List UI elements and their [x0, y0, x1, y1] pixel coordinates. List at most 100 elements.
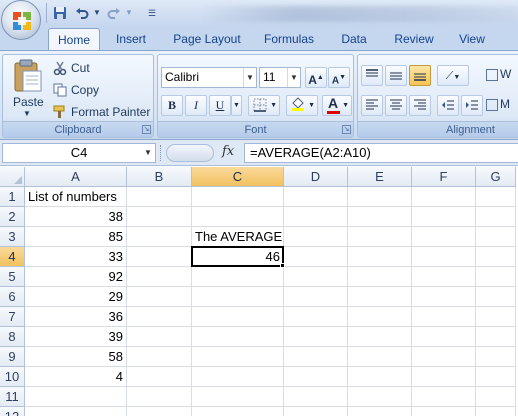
- cell-b5[interactable]: [127, 267, 192, 287]
- cell-f10[interactable]: [412, 367, 476, 387]
- cell-d8[interactable]: [284, 327, 348, 347]
- cell-g2[interactable]: [476, 207, 516, 227]
- tab-insert[interactable]: Insert: [108, 28, 154, 50]
- select-all-button[interactable]: [0, 167, 25, 187]
- align-right-button[interactable]: [409, 95, 431, 116]
- cell-f5[interactable]: [412, 267, 476, 287]
- cell-e2[interactable]: [348, 207, 412, 227]
- office-button[interactable]: [1, 0, 41, 40]
- cell-d4[interactable]: [284, 247, 348, 267]
- cell-b8[interactable]: [127, 327, 192, 347]
- redo-dropdown-icon[interactable]: ▼: [124, 4, 134, 22]
- column-header-g[interactable]: G: [476, 167, 516, 187]
- cell-b3[interactable]: [127, 227, 192, 247]
- cell-e9[interactable]: [348, 347, 412, 367]
- cell-d5[interactable]: [284, 267, 348, 287]
- row-header-2[interactable]: 2: [0, 207, 25, 227]
- font-name-combo[interactable]: Calibri ▼: [161, 67, 257, 88]
- row-header-1[interactable]: 1: [0, 187, 25, 207]
- cell-e5[interactable]: [348, 267, 412, 287]
- cell-f6[interactable]: [412, 287, 476, 307]
- cell-e8[interactable]: [348, 327, 412, 347]
- copy-button[interactable]: Copy: [71, 83, 99, 97]
- cell-c9[interactable]: [192, 347, 284, 367]
- cell-b2[interactable]: [127, 207, 192, 227]
- grow-font-button[interactable]: A▲: [305, 67, 327, 88]
- cell-g4[interactable]: [476, 247, 516, 267]
- column-header-c[interactable]: C: [192, 167, 284, 187]
- cell-f8[interactable]: [412, 327, 476, 347]
- undo-icon[interactable]: [74, 4, 90, 22]
- cell-a12[interactable]: [25, 407, 127, 416]
- cell-c10[interactable]: [192, 367, 284, 387]
- align-middle-button[interactable]: [385, 65, 407, 86]
- paste-dropdown-icon[interactable]: ▼: [23, 109, 31, 118]
- cell-d1[interactable]: [284, 187, 348, 207]
- cell-c5[interactable]: [192, 267, 284, 287]
- merge-center-button[interactable]: M: [486, 97, 510, 111]
- align-top-button[interactable]: [361, 65, 383, 86]
- cell-f7[interactable]: [412, 307, 476, 327]
- font-size-combo[interactable]: 11 ▼: [259, 67, 301, 88]
- font-color-button[interactable]: A ▼: [322, 95, 352, 116]
- tab-data[interactable]: Data: [334, 28, 374, 50]
- formula-bar-cancel-enter-area[interactable]: [166, 144, 214, 162]
- cell-d10[interactable]: [284, 367, 348, 387]
- cell-b12[interactable]: [127, 407, 192, 416]
- italic-button[interactable]: I: [185, 95, 207, 116]
- cell-a6[interactable]: 29: [25, 287, 127, 307]
- cell-c6[interactable]: [192, 287, 284, 307]
- cell-e4[interactable]: [348, 247, 412, 267]
- cell-c7[interactable]: [192, 307, 284, 327]
- cell-b10[interactable]: [127, 367, 192, 387]
- row-header-7[interactable]: 7: [0, 307, 25, 327]
- cell-e11[interactable]: [348, 387, 412, 407]
- cell-g10[interactable]: [476, 367, 516, 387]
- cell-g7[interactable]: [476, 307, 516, 327]
- cell-d7[interactable]: [284, 307, 348, 327]
- column-header-e[interactable]: E: [348, 167, 412, 187]
- cell-b1[interactable]: [127, 187, 192, 207]
- tab-formulas[interactable]: Formulas: [258, 28, 320, 50]
- cell-e10[interactable]: [348, 367, 412, 387]
- cell-a8[interactable]: 39: [25, 327, 127, 347]
- align-bottom-button[interactable]: [409, 65, 431, 86]
- align-center-button[interactable]: [385, 95, 407, 116]
- cell-f4[interactable]: [412, 247, 476, 267]
- cell-f12[interactable]: [412, 407, 476, 416]
- redo-icon[interactable]: [106, 4, 122, 22]
- cell-f11[interactable]: [412, 387, 476, 407]
- row-header-10[interactable]: 10: [0, 367, 25, 387]
- cell-d3[interactable]: [284, 227, 348, 247]
- column-header-b[interactable]: B: [127, 167, 192, 187]
- cell-d9[interactable]: [284, 347, 348, 367]
- cell-d11[interactable]: [284, 387, 348, 407]
- cell-a11[interactable]: [25, 387, 127, 407]
- decrease-indent-button[interactable]: [437, 95, 459, 116]
- clipboard-launcher-icon[interactable]: ↘: [142, 125, 151, 134]
- cell-c2[interactable]: [192, 207, 284, 227]
- column-header-a[interactable]: A: [25, 167, 127, 187]
- formula-input[interactable]: =AVERAGE(A2:A10): [244, 143, 518, 163]
- cell-f9[interactable]: [412, 347, 476, 367]
- save-icon[interactable]: [52, 4, 68, 22]
- tab-page-layout[interactable]: Page Layout: [168, 28, 246, 50]
- cell-a7[interactable]: 36: [25, 307, 127, 327]
- tab-review[interactable]: Review: [388, 28, 440, 50]
- format-painter-button[interactable]: Format Painter: [71, 105, 150, 119]
- cell-c12[interactable]: [192, 407, 284, 416]
- name-box[interactable]: C4: [2, 143, 156, 163]
- cell-d12[interactable]: [284, 407, 348, 416]
- cell-a4[interactable]: 33: [25, 247, 127, 267]
- tab-home[interactable]: Home: [48, 28, 100, 50]
- cell-e7[interactable]: [348, 307, 412, 327]
- row-header-4[interactable]: 4: [0, 247, 25, 267]
- insert-function-icon[interactable]: fx: [222, 144, 234, 159]
- row-header-6[interactable]: 6: [0, 287, 25, 307]
- cell-e12[interactable]: [348, 407, 412, 416]
- cell-a2[interactable]: 38: [25, 207, 127, 227]
- cell-a10[interactable]: 4: [25, 367, 127, 387]
- cell-a1[interactable]: List of numbers: [25, 187, 127, 207]
- paste-button[interactable]: Paste: [13, 95, 44, 109]
- row-header-12[interactable]: 12: [0, 407, 25, 416]
